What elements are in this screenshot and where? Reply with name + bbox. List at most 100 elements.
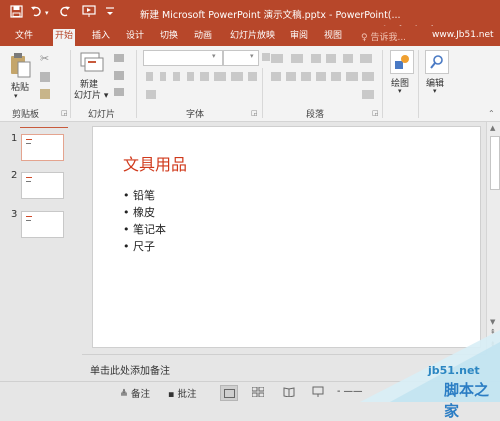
scroll-up-icon[interactable]: ▲: [490, 124, 495, 132]
repeat-icon[interactable]: [58, 5, 71, 21]
layout-icon[interactable]: [114, 54, 124, 62]
group-label-clipboard: 剪贴板: [12, 110, 40, 120]
editing-button[interactable]: [425, 50, 449, 74]
align-left-icon[interactable]: [271, 72, 281, 81]
change-case-icon[interactable]: [231, 72, 243, 81]
char-spacing-icon[interactable]: [214, 72, 226, 81]
scroll-down-icon[interactable]: ▼: [490, 318, 495, 326]
scrollbar-thumb[interactable]: [490, 136, 500, 190]
justify-icon[interactable]: [316, 72, 326, 81]
font-size-dropdown-icon[interactable]: ▾: [250, 52, 254, 60]
group-label-paragraph: 段落: [306, 110, 325, 120]
editing-dropdown-icon[interactable]: ▾: [433, 87, 437, 95]
undo-dropdown-icon[interactable]: ▾: [45, 9, 49, 17]
align-center-icon[interactable]: [286, 72, 296, 81]
notes-placeholder[interactable]: 单击此处添加备注: [90, 362, 170, 377]
bold-icon[interactable]: [146, 72, 153, 81]
drawing-dropdown-icon[interactable]: ▾: [398, 87, 402, 95]
numbering-icon[interactable]: [291, 54, 303, 63]
watermark-corner: jb51.net 脚本之家: [330, 330, 500, 420]
comments-toggle-button[interactable]: ▪ 批注: [168, 386, 196, 400]
cut-icon[interactable]: ✂: [40, 52, 49, 65]
bullet-item[interactable]: • 尺子: [123, 238, 155, 254]
present-icon[interactable]: [82, 5, 96, 21]
distributed-icon[interactable]: [331, 72, 341, 81]
font-name-dropdown-icon[interactable]: ▾: [212, 52, 216, 60]
watermark-top-url: www.Jb51.net: [432, 30, 494, 40]
find-icon: [430, 54, 444, 72]
font-launcher-icon[interactable]: ◲: [251, 109, 258, 117]
bullets-icon[interactable]: [271, 54, 283, 63]
slide-thumbnail-pane: 1 2 3: [0, 122, 82, 354]
tab-review[interactable]: 审阅: [288, 29, 310, 46]
align-right-icon[interactable]: [301, 72, 311, 81]
slide-thumbnail-1[interactable]: [21, 134, 64, 161]
clipboard-launcher-icon[interactable]: ◲: [61, 109, 68, 117]
bullet-item[interactable]: • 笔记本: [123, 221, 166, 237]
tab-design[interactable]: 设计: [124, 29, 146, 46]
italic-icon[interactable]: [160, 72, 166, 81]
tell-me-search[interactable]: ♀ 告诉我...: [361, 30, 406, 43]
grow-font-icon[interactable]: [262, 53, 270, 61]
bullet-item[interactable]: • 铅笔: [123, 187, 155, 203]
tab-home[interactable]: 开始: [53, 29, 76, 46]
tab-file[interactable]: 文件: [13, 29, 35, 46]
decrease-indent-icon[interactable]: [311, 54, 321, 63]
normal-view-button[interactable]: [220, 385, 238, 401]
collapse-ribbon-icon[interactable]: ⌃: [488, 109, 495, 118]
insertion-marker: [20, 127, 68, 128]
thumbnail-text-mark: [26, 143, 31, 144]
tab-insert[interactable]: 插入: [90, 29, 112, 46]
font-color-icon[interactable]: [248, 72, 257, 81]
format-painter-icon[interactable]: [40, 89, 50, 99]
ribbon-separator: [136, 50, 137, 118]
watermark-bottom-url: jb51.net: [428, 364, 480, 377]
slide-canvas[interactable]: 文具用品 • 铅笔 • 橡皮 • 笔记本 • 尺子: [92, 126, 481, 348]
thumbnail-title-mark: [26, 177, 32, 178]
columns-icon[interactable]: [346, 72, 358, 81]
slide-thumbnail-2[interactable]: [21, 172, 64, 199]
text-direction-icon[interactable]: [360, 54, 372, 63]
tab-view[interactable]: 视图: [322, 29, 344, 46]
shadow-icon[interactable]: [187, 72, 194, 81]
copy-icon[interactable]: [40, 72, 50, 82]
slide-title[interactable]: 文具用品: [123, 151, 187, 175]
reset-icon[interactable]: [114, 71, 124, 80]
window-title: 新建 Microsoft PowerPoint 演示文稿.pptx - Powe…: [140, 10, 401, 21]
slideshow-view-icon[interactable]: [312, 386, 324, 401]
smartart-icon[interactable]: [362, 90, 374, 99]
clear-format-icon[interactable]: [146, 90, 156, 99]
strikethrough-icon[interactable]: [200, 72, 209, 81]
reading-view-icon[interactable]: [283, 387, 295, 400]
new-slide-icon[interactable]: [80, 52, 104, 77]
paragraph-launcher-icon[interactable]: ◲: [372, 109, 379, 117]
new-slide-dropdown[interactable]: 幻灯片 ▾: [74, 88, 108, 101]
customize-icon[interactable]: [104, 5, 116, 21]
bullet-item[interactable]: • 橡皮: [123, 204, 155, 220]
align-text-icon[interactable]: [362, 72, 374, 81]
paste-icon[interactable]: [9, 52, 31, 81]
vertical-scrollbar[interactable]: ▲ ▼ ⇞ ⇟: [486, 122, 500, 354]
increase-indent-icon[interactable]: [326, 54, 336, 63]
notes-toggle-button[interactable]: ≜ 备注: [120, 386, 150, 400]
normal-view-icon: [224, 389, 235, 398]
font-name-select[interactable]: [143, 50, 223, 66]
save-icon[interactable]: [10, 5, 23, 21]
paste-dropdown-icon[interactable]: ▾: [14, 92, 18, 100]
drawing-button[interactable]: [390, 50, 414, 74]
line-spacing-icon[interactable]: [343, 54, 353, 63]
ribbon-separator: [70, 50, 71, 118]
ribbon-separator: [382, 50, 383, 118]
slide-sorter-icon[interactable]: [251, 386, 265, 400]
underline-icon[interactable]: [173, 72, 180, 81]
tab-animations[interactable]: 动画: [192, 29, 214, 46]
section-icon[interactable]: [114, 88, 124, 96]
thumbnail-text-mark: [26, 181, 31, 182]
group-label-slides: 幻灯片: [88, 110, 116, 120]
slide-thumbnail-3[interactable]: [21, 211, 64, 238]
thumbnail-text-mark: [26, 220, 31, 221]
tab-slideshow[interactable]: 幻灯片放映: [228, 29, 277, 46]
tab-transitions[interactable]: 切换: [158, 29, 180, 46]
undo-icon[interactable]: [30, 5, 43, 21]
thumbnail-number: 2: [11, 170, 18, 181]
